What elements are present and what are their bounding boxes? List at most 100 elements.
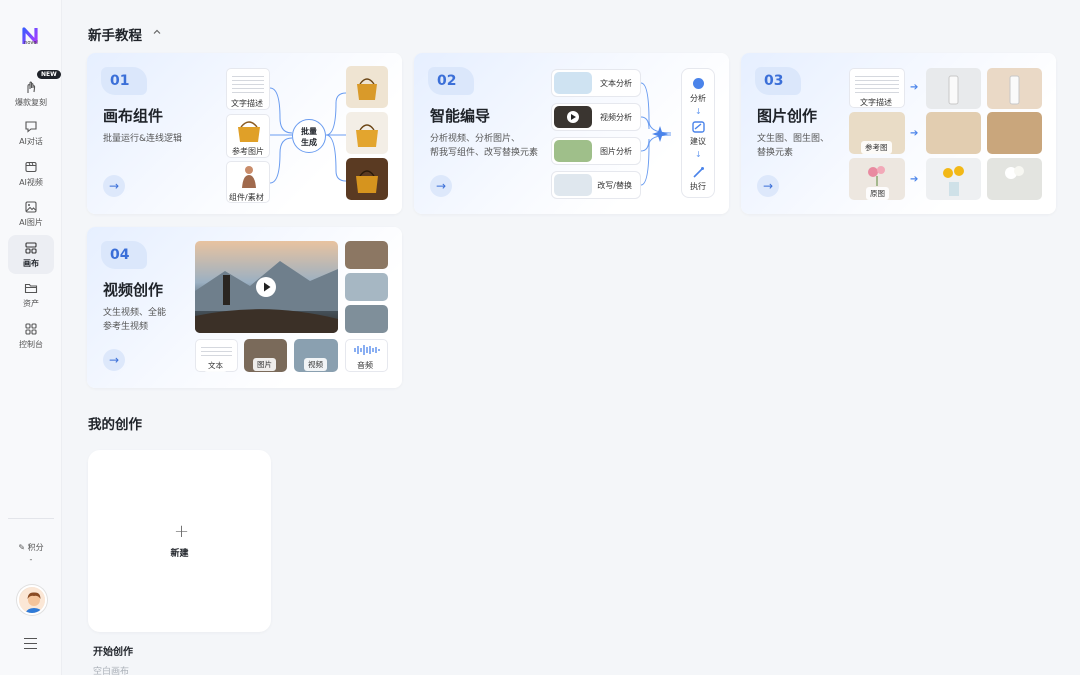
person-icon [242,166,256,188]
card-number: 04 [101,241,147,269]
tutorial-card-video[interactable]: 04 视频创作 文生视频、全能 参考生视频 → 文本 图片 视频 音频 [87,227,402,388]
magic-hand-icon [27,81,36,93]
sunflower-icon [943,166,964,196]
analysis-pill: 图片分析 [551,137,641,165]
image-icon [25,201,37,213]
frame-thumb [345,241,388,269]
arrow-right-icon[interactable]: → [430,175,452,197]
pill-label: 图片分析 [600,147,632,156]
sidebar-item-label: AI对话 [19,137,43,146]
card-number: 01 [101,67,147,95]
my-works-title: 我的创作 [88,417,142,433]
card-desc: 分析视频、分析图片、 帮我写组件、改写替换元素 [430,134,539,158]
sidebar-item-label: AI图片 [19,218,43,227]
step-label: 执行 [690,182,706,191]
output-image [926,158,981,200]
bag-icon [238,121,260,142]
sidebar-item-ai-chat[interactable]: AI对话 [0,113,62,152]
bag-icon [356,124,378,147]
chevron-up-icon[interactable] [152,27,162,37]
sidebar-item-console[interactable]: 控制台 [0,316,62,355]
edit-icon [692,121,705,133]
points-value: - [29,555,33,564]
node-label: 文字描述 [860,98,892,107]
sidebar-item-canvas[interactable]: 画布 [0,235,62,274]
play-icon [567,111,579,123]
sidebar-item-label: AI视频 [19,178,43,187]
audio-wave-icon [354,345,380,355]
audio-chip: 音频 [345,339,388,372]
new-canvas-card[interactable]: + 新建 [88,450,271,632]
card-title: 视频创作 [103,281,164,299]
frame-thumb [345,305,388,333]
video-chip: 视频 [294,339,338,372]
image-chip: 图片 [244,339,287,372]
start-create-label: 开始创作 [93,647,133,658]
chip-label: 音频 [357,361,373,370]
video-preview[interactable] [195,241,338,333]
video-icon [25,161,37,173]
down-arrow-icon: ↓ [695,150,702,159]
avatar[interactable] [17,585,47,615]
output-image [987,68,1042,109]
blank-canvas-label: 空白画布 [93,667,130,675]
arrow-right-icon[interactable]: → [103,349,125,371]
card-title: 图片创作 [757,107,818,125]
menu-icon[interactable] [24,638,37,650]
output-image [926,112,981,154]
card-number: 03 [755,67,801,95]
output-image [346,112,388,154]
arrow-right-icon[interactable]: → [757,175,779,197]
tutorial-card-director[interactable]: 02 智能编导 分析视频、分析图片、 帮我写组件、改写替换元素 → 文本分析 视… [414,53,729,214]
sidebar-item-label: 资产 [23,299,39,308]
ref-image-node: 参考图 [849,112,905,154]
arrow-icon: ➔ [910,128,919,139]
bag-icon [357,78,377,100]
points-label: 积分 [27,543,44,552]
frame-thumb [345,273,388,301]
sidebar-item-ai-image[interactable]: AI图片 [0,194,62,233]
play-icon[interactable] [255,276,277,298]
flower-icon [868,166,885,186]
new-label: 新建 [170,549,189,559]
sidebar-item-label: 画布 [23,259,39,268]
node-label: 参考图片 [232,147,264,156]
chip-label: 文本 [204,359,227,372]
arrow-right-icon[interactable]: → [103,175,125,197]
output-image [346,66,388,108]
arrow-icon: ➔ [910,82,919,93]
component-node: 组件/素材 [226,161,270,203]
down-arrow-icon: ↓ [695,107,702,116]
new-badge: NEW [37,70,61,79]
magic-wand-icon [693,167,704,178]
pill-thumb [554,140,592,162]
output-image [987,112,1042,154]
canvas-icon [25,242,37,254]
sidebar: novel NEW 爆款复刻 AI对话 AI视频 AI图片 画布 资产 控制台 … [0,0,62,675]
step-panel: 分析 ↓ 建议 ↓ 执行 [681,68,715,198]
ref-image-node: 参考图片 [226,114,270,158]
points-icon: ✎ [18,543,26,552]
tutorial-card-image[interactable]: 03 图片创作 文生图、图生图、 替换元素 → 文字描述 参考图 原图 ➔ ➔ … [741,53,1056,214]
sidebar-item-remake[interactable]: NEW 爆款复刻 [0,70,62,113]
sidebar-item-ai-video[interactable]: AI视频 [0,154,62,193]
chip-label: 视频 [304,358,327,371]
text-prompt-node: 文字描述 [849,68,905,108]
node-label: 组件/素材 [229,193,264,202]
analysis-pill: 改写/替换 [551,171,641,199]
points-button[interactable]: ✎ 积分 - [0,542,62,564]
node-label: 原图 [866,187,889,200]
sidebar-item-label: 爆款复刻 [15,98,47,107]
sidebar-item-assets[interactable]: 资产 [0,275,62,314]
tutorial-card-canvas[interactable]: 01 画布组件 批量运行&连线逻辑 → 文字描述 参考图片 组件/素材 批量 生… [87,53,402,214]
folder-icon [24,283,38,294]
step-label: 建议 [690,137,706,146]
orig-image-node: 原图 [849,158,905,200]
node-label: 参考图 [861,141,892,154]
analysis-pill: 文本分析 [551,69,641,97]
pill-thumb [554,174,592,196]
card-number: 02 [428,67,474,95]
arrow-icon: ➔ [910,174,919,185]
flower-icon [1005,166,1024,179]
batch-generate-node: 批量 生成 [292,119,326,153]
